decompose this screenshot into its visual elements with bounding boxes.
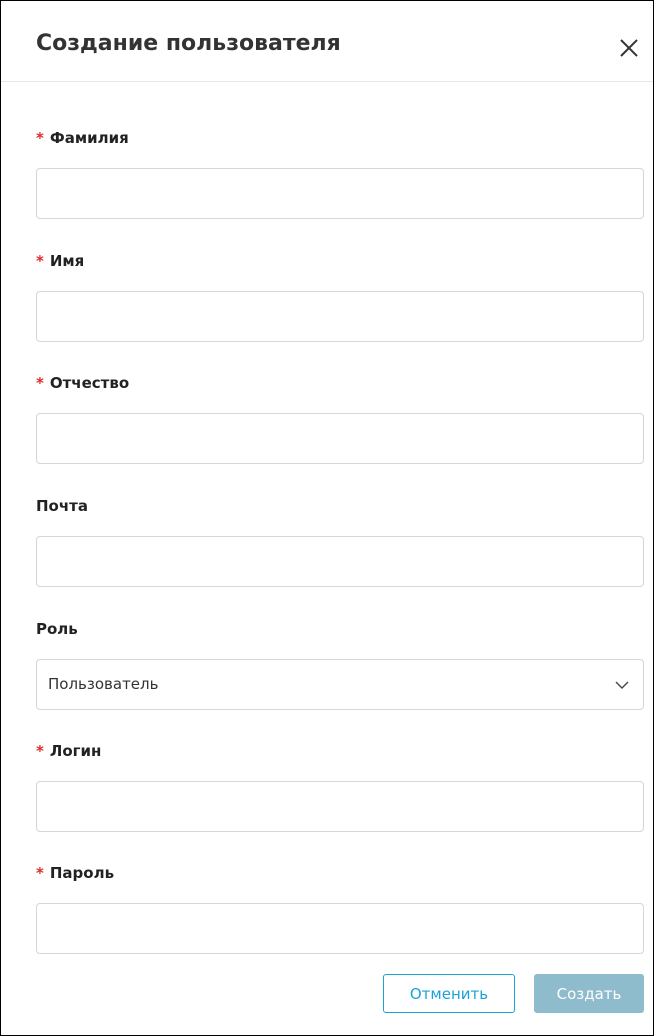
login-field: * Логин xyxy=(36,741,644,832)
patronymic-label: * Отчество xyxy=(36,374,130,392)
email-field: Почта xyxy=(36,496,644,587)
close-icon xyxy=(620,39,638,57)
role-selected-value: Пользователь xyxy=(48,675,159,693)
email-input[interactable] xyxy=(36,536,644,587)
first-name-field: * Имя xyxy=(36,251,644,342)
password-label: * Пароль xyxy=(36,864,115,882)
dialog-header: Создание пользователя xyxy=(1,1,653,82)
role-field: Роль Пользователь xyxy=(36,619,644,710)
required-marker: * xyxy=(36,252,44,270)
patronymic-input[interactable] xyxy=(36,413,644,464)
dialog-title: Создание пользователя xyxy=(36,31,341,56)
login-input[interactable] xyxy=(36,781,644,832)
required-marker: * xyxy=(36,742,44,760)
first-name-input[interactable] xyxy=(36,291,644,342)
login-label: * Логин xyxy=(36,742,102,760)
first-name-label: * Имя xyxy=(36,252,85,270)
last-name-label: * Фамилия xyxy=(36,129,129,147)
password-field: * Пароль xyxy=(36,863,644,954)
required-marker: * xyxy=(36,374,44,392)
last-name-input[interactable] xyxy=(36,168,644,219)
required-marker: * xyxy=(36,129,44,147)
password-input[interactable] xyxy=(36,903,644,954)
create-button[interactable]: Создать xyxy=(534,974,644,1013)
last-name-field: * Фамилия xyxy=(36,128,644,219)
role-select[interactable]: Пользователь xyxy=(36,659,644,710)
close-button[interactable] xyxy=(618,37,642,61)
create-user-dialog: Создание пользователя * Фамилия * Имя * Отч… xyxy=(0,0,654,1036)
role-label: Роль xyxy=(36,620,78,638)
email-label: Почта xyxy=(36,497,88,515)
required-marker: * xyxy=(36,864,44,882)
cancel-button[interactable]: Отменить xyxy=(383,974,515,1013)
patronymic-field: * Отчество xyxy=(36,373,644,464)
chevron-down-icon xyxy=(615,679,629,691)
